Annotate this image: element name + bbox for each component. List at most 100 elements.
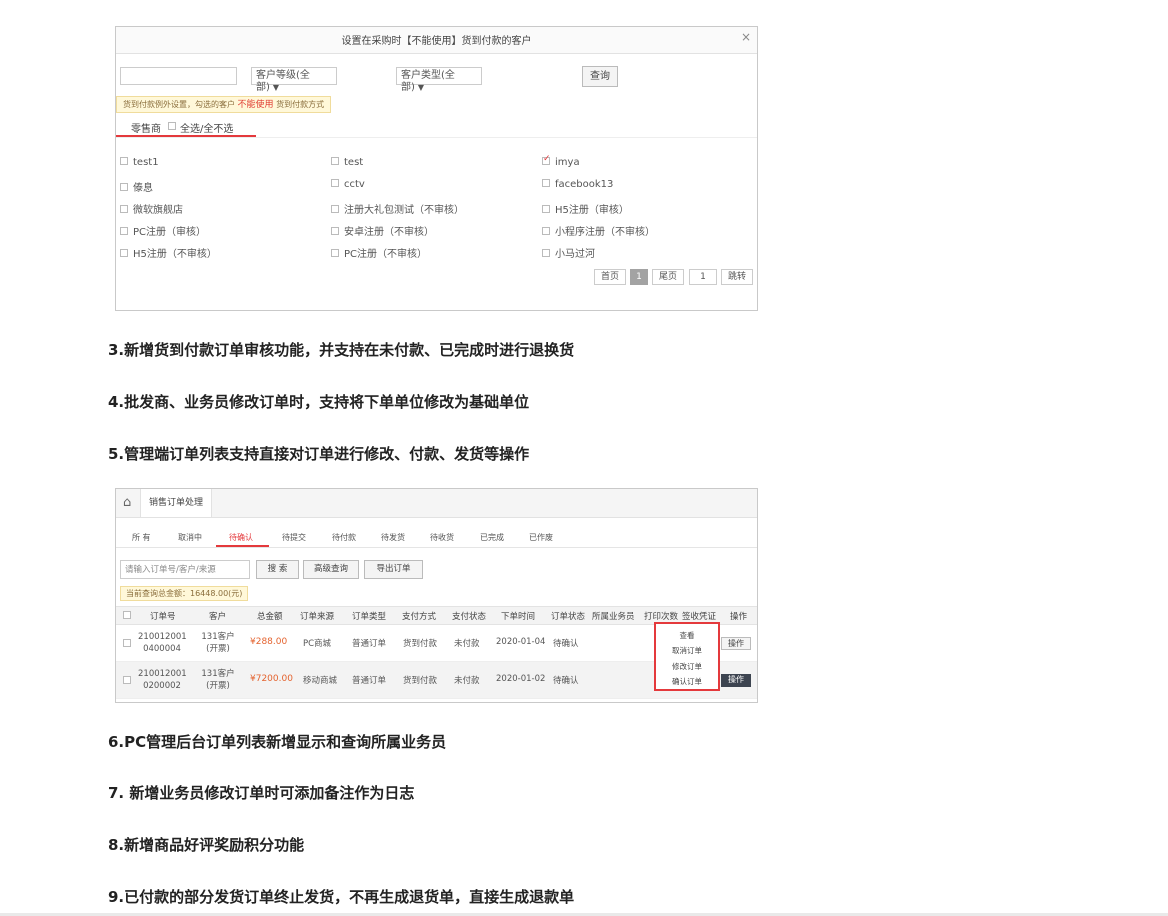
page-jump-input[interactable]: 1: [689, 269, 717, 285]
menu-item-cancel-order[interactable]: 取消订单: [656, 645, 718, 656]
customer-item[interactable]: PC注册（审核）: [120, 223, 206, 238]
row-checkbox[interactable]: [123, 639, 131, 647]
customer-type-select[interactable]: 客户类型(全部) ▼: [396, 67, 482, 93]
column-header: 订单状态: [551, 612, 586, 622]
column-header: 总金额: [257, 612, 283, 622]
order-search-input[interactable]: 请输入订单号/客户/来源: [120, 560, 250, 579]
column-header: 客户: [209, 612, 227, 622]
export-orders-button[interactable]: 导出订单: [364, 560, 423, 579]
customer-item[interactable]: 注册大礼包测试（不审核）: [331, 201, 464, 216]
query-button[interactable]: 查询: [582, 66, 618, 87]
customer-checkbox[interactable]: [542, 227, 550, 235]
close-icon[interactable]: ×: [741, 30, 751, 44]
dialog-titlebar: 设置在采购时【不能使用】货到付款的客户 ×: [116, 27, 757, 54]
menu-item-confirm-order[interactable]: 确认订单: [656, 676, 718, 687]
cell-amount: ¥7200.00: [250, 674, 293, 684]
customer-checkbox[interactable]: [120, 157, 128, 165]
cell-amount: ¥288.00: [250, 637, 288, 647]
customer-checkbox[interactable]: [331, 249, 339, 257]
tab-retailer[interactable]: 零售商 全选/全不选: [116, 118, 256, 137]
customer-item[interactable]: facebook13: [542, 179, 613, 190]
status-tab[interactable]: 待确认: [229, 532, 253, 543]
active-status-underline: [216, 545, 269, 547]
select-all-label: 全选/全不选: [180, 124, 234, 135]
order_no-line-2: 0400004: [143, 644, 181, 654]
customer-checkbox[interactable]: [542, 249, 550, 257]
heading-item-5: 5.管理端订单列表支持直接对订单进行修改、付款、发货等操作: [108, 445, 530, 463]
customer-search-input[interactable]: [120, 67, 237, 85]
customer-checkbox[interactable]: [331, 157, 339, 165]
dialog-title: 设置在采购时【不能使用】货到付款的客户: [341, 36, 532, 47]
column-header: 支付方式: [402, 612, 437, 622]
customer-checkbox[interactable]: [331, 205, 339, 213]
customer-checkbox[interactable]: [120, 249, 128, 257]
select-all-orders-checkbox[interactable]: [123, 611, 131, 619]
customer-item[interactable]: imya: [542, 154, 580, 168]
customer-checkbox[interactable]: [331, 227, 339, 235]
customer-type-value: 客户类型(全部): [401, 70, 455, 93]
top-bar: ⌂ 销售订单处理: [116, 489, 757, 518]
customer-name: 注册大礼包测试（不审核）: [344, 205, 464, 216]
customer-item[interactable]: test: [331, 157, 363, 168]
advanced-search-button[interactable]: 高级查询: [303, 560, 359, 579]
last-page-button[interactable]: 尾页: [652, 269, 684, 285]
customer-line-1: 131客户: [201, 669, 235, 679]
chevron-down-icon: ▼: [272, 83, 280, 92]
customer-checkbox[interactable]: [542, 179, 550, 187]
status-tab[interactable]: 待收货: [430, 532, 454, 543]
operation-button[interactable]: 操作: [721, 674, 751, 687]
first-page-button[interactable]: 首页: [594, 269, 626, 285]
customer-checkbox[interactable]: [120, 183, 128, 191]
select-all-checkbox[interactable]: [168, 122, 176, 130]
heading-item-4: 4.批发商、业务员修改订单时，支持将下单单位修改为基础单位: [108, 393, 530, 411]
customer-name: PC注册（审核）: [133, 227, 207, 238]
customer-checkbox[interactable]: [542, 154, 551, 165]
cell-type: 普通订单: [352, 639, 387, 649]
customer-item[interactable]: cctv: [331, 179, 365, 190]
status-tab[interactable]: 待付款: [332, 532, 356, 543]
customer-item[interactable]: PC注册（不审核）: [331, 245, 427, 260]
column-header: 订单类型: [352, 612, 387, 622]
status-tab[interactable]: 已完成: [480, 532, 504, 543]
customer-checkbox[interactable]: [120, 205, 128, 213]
column-header: 下单时间: [501, 612, 536, 622]
customer-item[interactable]: 小程序注册（不审核）: [542, 223, 655, 238]
customer-item[interactable]: H5注册（审核）: [542, 201, 629, 216]
jump-button[interactable]: 跳转: [721, 269, 753, 285]
operation-button[interactable]: 操作: [721, 637, 751, 650]
customer-checkbox[interactable]: [542, 205, 550, 213]
customer-item[interactable]: 小马过河: [542, 245, 595, 260]
customer-level-select[interactable]: 客户等级(全部) ▼: [251, 67, 337, 93]
customer-name: cctv: [344, 179, 365, 190]
customer-checkbox[interactable]: [120, 227, 128, 235]
order-number: 210012001 0400004: [138, 631, 187, 655]
customer-item[interactable]: 傣息: [120, 179, 153, 194]
row-checkbox[interactable]: [123, 676, 131, 684]
cell-status: 待确认: [553, 676, 579, 686]
status-tab[interactable]: 待发货: [381, 532, 405, 543]
customer-checkbox[interactable]: [331, 179, 339, 187]
current-page-button[interactable]: 1: [630, 269, 648, 285]
customer-item[interactable]: 安卓注册（不审核）: [331, 223, 434, 238]
column-header: 所属业务员: [592, 612, 635, 622]
status-tab[interactable]: 取消中: [178, 532, 202, 543]
menu-item-edit-order[interactable]: 修改订单: [656, 661, 718, 672]
status-tab[interactable]: 已作废: [529, 532, 553, 543]
cell-pay-status: 未付款: [454, 639, 480, 649]
cell-pay-status: 未付款: [454, 676, 480, 686]
order_no-line-1: 210012001: [138, 669, 187, 679]
customer-name: 小马过河: [555, 249, 595, 260]
status-tab[interactable]: 待提交: [282, 532, 306, 543]
cell-type: 普通订单: [352, 676, 387, 686]
customer-level-value: 客户等级(全部): [256, 70, 310, 93]
customer-name: H5注册（审核）: [555, 205, 629, 216]
order_no-line-2: 0200002: [143, 681, 181, 691]
menu-item-view[interactable]: 查看: [656, 630, 718, 641]
status-tab[interactable]: 所 有: [132, 532, 151, 543]
breadcrumb[interactable]: 销售订单处理: [140, 489, 213, 517]
home-icon[interactable]: ⌂: [123, 495, 131, 510]
customer-item[interactable]: test1: [120, 157, 159, 168]
search-button[interactable]: 搜 索: [256, 560, 299, 579]
customer-item[interactable]: H5注册（不审核）: [120, 245, 217, 260]
customer-item[interactable]: 微软旗舰店: [120, 201, 183, 216]
